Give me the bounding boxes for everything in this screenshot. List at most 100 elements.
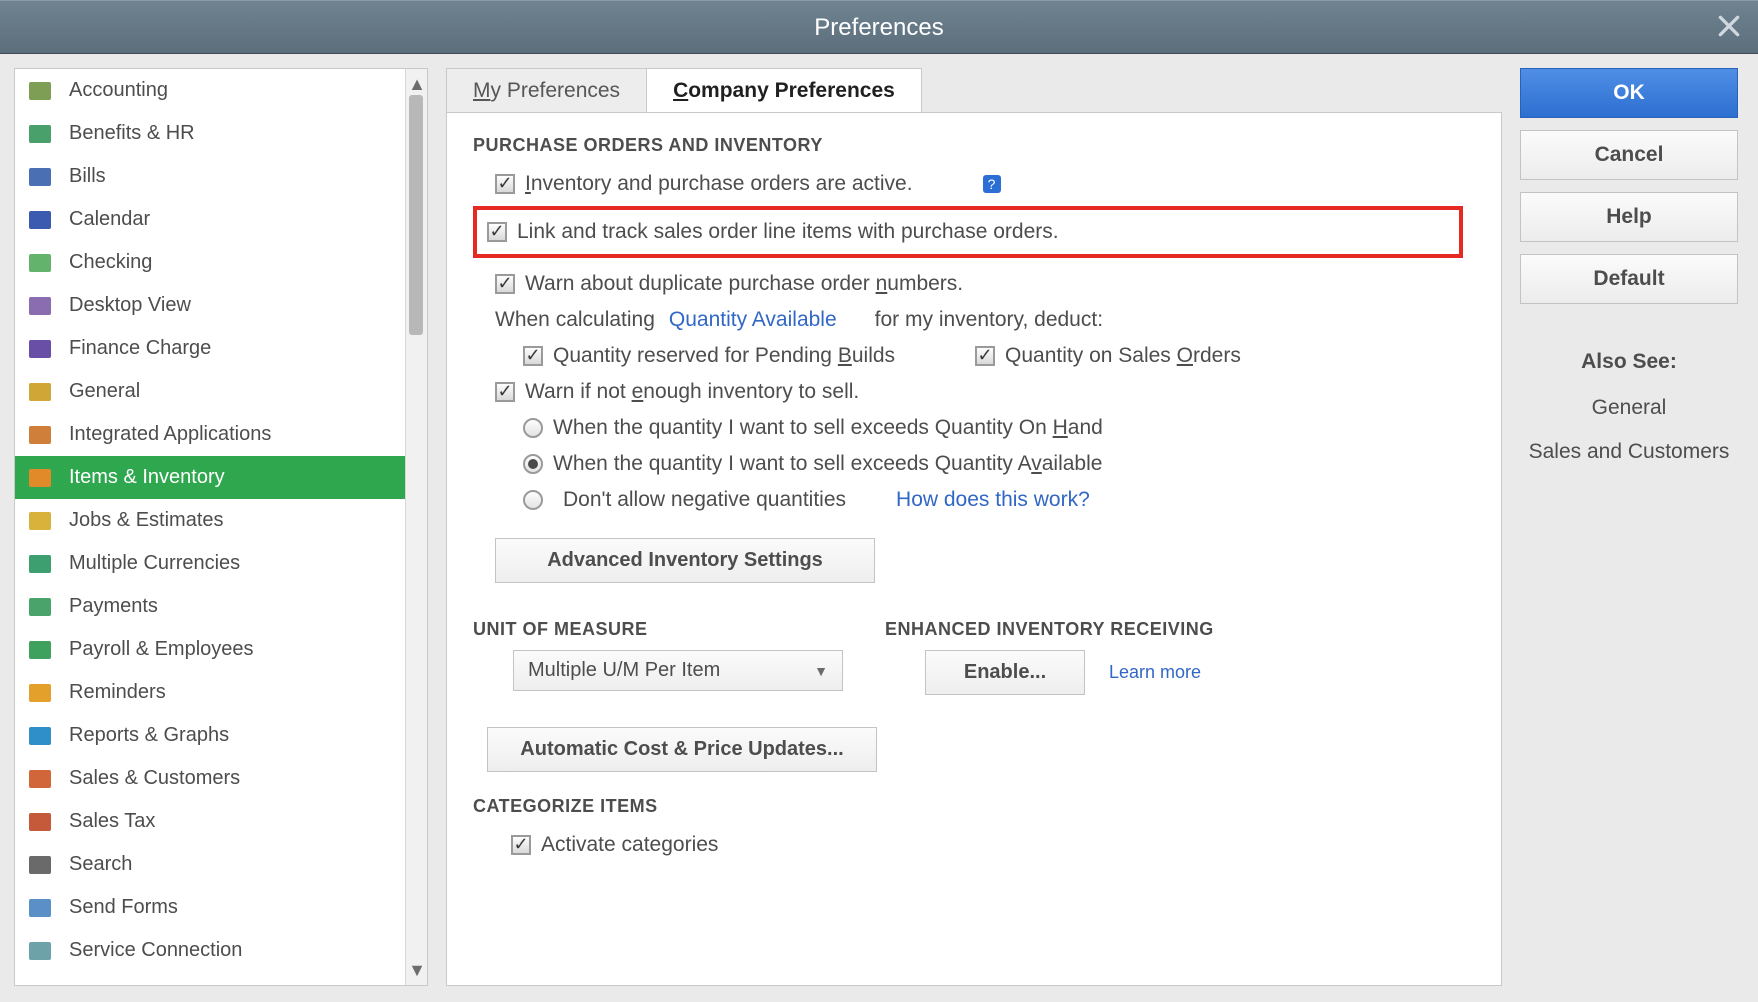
sidebar-item-multiple-currencies[interactable]: Multiple Currencies <box>15 542 405 585</box>
tab-my-label: y Preferences <box>491 79 621 102</box>
link-how-does-this-work[interactable]: How does this work? <box>896 488 1090 512</box>
sidebar-item-icon <box>29 168 51 186</box>
radio-no-negative[interactable] <box>523 490 543 510</box>
checkbox-warn-not-enough[interactable] <box>495 382 515 402</box>
label-exceeds-available: When the quantity I want to sell exceeds… <box>553 452 1102 476</box>
sidebar-item-payroll-employees[interactable]: Payroll & Employees <box>15 628 405 671</box>
label-exceeds-on-hand: When the quantity I want to sell exceeds… <box>553 416 1103 440</box>
sidebar-item-label: Finance Charge <box>69 337 211 360</box>
ok-button[interactable]: OK <box>1520 68 1738 118</box>
sidebar-item-label: Service Connection <box>69 939 242 962</box>
sidebar-item-icon <box>29 641 51 659</box>
tab-company-preferences[interactable]: Company Preferences <box>646 68 922 113</box>
dialog-body: Accounting Benefits & HR Bills CalendarChec… <box>0 54 1758 1002</box>
sidebar-item-label: General <box>69 380 140 403</box>
highlighted-option: Link and track sales order line items wi… <box>473 206 1463 258</box>
sidebar-item-label: Integrated Applications <box>69 423 271 446</box>
sidebar-scrollbar[interactable]: ▲ ▼ <box>405 69 427 985</box>
sidebar-item-reports-graphs[interactable]: Reports & Graphs <box>15 714 405 757</box>
sidebar-item-benefits-hr[interactable]: Benefits & HR <box>15 112 405 155</box>
sidebar-item-icon <box>29 899 51 917</box>
sidebar-item-label: Jobs & Estimates <box>69 509 224 532</box>
tab-company-label: ompany Preferences <box>688 79 895 102</box>
sidebar-item-label: Send Forms <box>69 896 178 919</box>
sidebar-item-sales-customers[interactable]: Sales & Customers <box>15 757 405 800</box>
scroll-down-icon[interactable]: ▼ <box>406 959 428 981</box>
sidebar-item-send-forms[interactable]: Send Forms <box>15 886 405 929</box>
cancel-button[interactable]: Cancel <box>1520 130 1738 180</box>
sidebar-item-checking[interactable]: Checking <box>15 241 405 284</box>
sidebar-item-desktop-view[interactable]: Desktop View <box>15 284 405 327</box>
radio-exceeds-on-hand[interactable] <box>523 418 543 438</box>
checkbox-link-track-so-po[interactable] <box>487 222 507 242</box>
sidebar-item-icon <box>29 813 51 831</box>
default-button[interactable]: Default <box>1520 254 1738 304</box>
checkbox-activate-categories[interactable] <box>511 835 531 855</box>
label-no-negative: Don't allow negative quantities <box>563 488 846 512</box>
help-icon[interactable]: ? <box>983 175 1001 193</box>
label-qty-on-sales-orders: Quantity on Sales Orders <box>1005 344 1241 368</box>
select-unit-of-measure[interactable]: Multiple U/M Per Item ▼ <box>513 650 843 691</box>
sidebar-item-service-connection[interactable]: Service Connection <box>15 929 405 972</box>
sidebar-item-icon <box>29 125 51 143</box>
checkbox-inventory-active[interactable] <box>495 174 515 194</box>
sidebar-item-finance-charge[interactable]: Finance Charge <box>15 327 405 370</box>
sidebar-item-icon <box>29 469 51 487</box>
section-heading-uom: UNIT OF MEASURE <box>473 619 843 640</box>
sidebar-item-items-inventory[interactable]: Items & Inventory <box>15 456 405 499</box>
sidebar-item-label: Items & Inventory <box>69 466 225 489</box>
help-button[interactable]: Help <box>1520 192 1738 242</box>
sidebar-item-icon <box>29 727 51 745</box>
link-learn-more-eir[interactable]: Learn more <box>1109 662 1201 683</box>
checkbox-qty-reserved-pending-builds[interactable] <box>523 346 543 366</box>
sidebar-item-icon <box>29 211 51 229</box>
preferences-window: Preferences Accounting Benefits & HR Bills… <box>0 0 1758 1002</box>
sidebar-item-reminders[interactable]: Reminders <box>15 671 405 714</box>
sidebar-item-general[interactable]: General <box>15 370 405 413</box>
sidebar-item-integrated-applications[interactable]: Integrated Applications <box>15 413 405 456</box>
checkbox-qty-on-sales-orders[interactable] <box>975 346 995 366</box>
link-quantity-available[interactable]: Quantity Available <box>669 308 837 332</box>
window-title: Preferences <box>814 14 943 41</box>
sidebar-item-icon <box>29 340 51 358</box>
button-advanced-inventory-settings[interactable]: Advanced Inventory Settings <box>495 538 875 583</box>
sidebar-item-accounting[interactable]: Accounting <box>15 69 405 112</box>
also-see-sales-customers[interactable]: Sales and Customers <box>1520 440 1738 464</box>
tab-bar: My Preferences Company Preferences <box>446 68 1502 113</box>
sidebar-item-calendar[interactable]: Calendar <box>15 198 405 241</box>
also-see-general[interactable]: General <box>1520 396 1738 420</box>
sidebar-item-payments[interactable]: Payments <box>15 585 405 628</box>
sidebar-item-label: Desktop View <box>69 294 191 317</box>
checkbox-warn-duplicate-po[interactable] <box>495 274 515 294</box>
close-icon[interactable] <box>1716 13 1742 39</box>
sidebar-item-icon <box>29 770 51 788</box>
sidebar-item-label: Bills <box>69 165 106 188</box>
label-qty-reserved-pending-builds: Quantity reserved for Pending Builds <box>553 344 895 368</box>
scroll-up-icon[interactable]: ▲ <box>406 73 428 95</box>
sidebar-item-icon <box>29 297 51 315</box>
radio-exceeds-available[interactable] <box>523 454 543 474</box>
button-auto-cost-price-updates[interactable]: Automatic Cost & Price Updates... <box>487 727 877 772</box>
scroll-thumb[interactable] <box>409 95 423 335</box>
sidebar-item-icon <box>29 426 51 444</box>
select-uom-value: Multiple U/M Per Item <box>528 659 720 682</box>
label-for-my-inventory: for my inventory, deduct: <box>875 308 1103 332</box>
sidebar-item-search[interactable]: Search <box>15 843 405 886</box>
sidebar-item-label: Payroll & Employees <box>69 638 254 661</box>
sidebar-item-jobs-estimates[interactable]: Jobs & Estimates <box>15 499 405 542</box>
sidebar-item-icon <box>29 684 51 702</box>
tab-my-preferences[interactable]: My Preferences <box>446 68 647 113</box>
also-see-heading: Also See: <box>1520 350 1738 374</box>
sidebar-item-sales-tax[interactable]: Sales Tax <box>15 800 405 843</box>
sidebar-item-label: Multiple Currencies <box>69 552 240 575</box>
sidebar-item-label: Accounting <box>69 79 168 102</box>
sidebar-item-icon <box>29 254 51 272</box>
sidebar-item-icon <box>29 82 51 100</box>
section-heading-categorize: CATEGORIZE ITEMS <box>473 796 1463 817</box>
right-button-column: OK Cancel Help Default Also See: General… <box>1520 68 1738 986</box>
sidebar-item-icon <box>29 598 51 616</box>
sidebar-item-label: Sales Tax <box>69 810 155 833</box>
button-enable-eir[interactable]: Enable... <box>925 650 1085 695</box>
sidebar-item-bills[interactable]: Bills <box>15 155 405 198</box>
label-link-track-so-po: Link and track sales order line items wi… <box>517 220 1059 244</box>
